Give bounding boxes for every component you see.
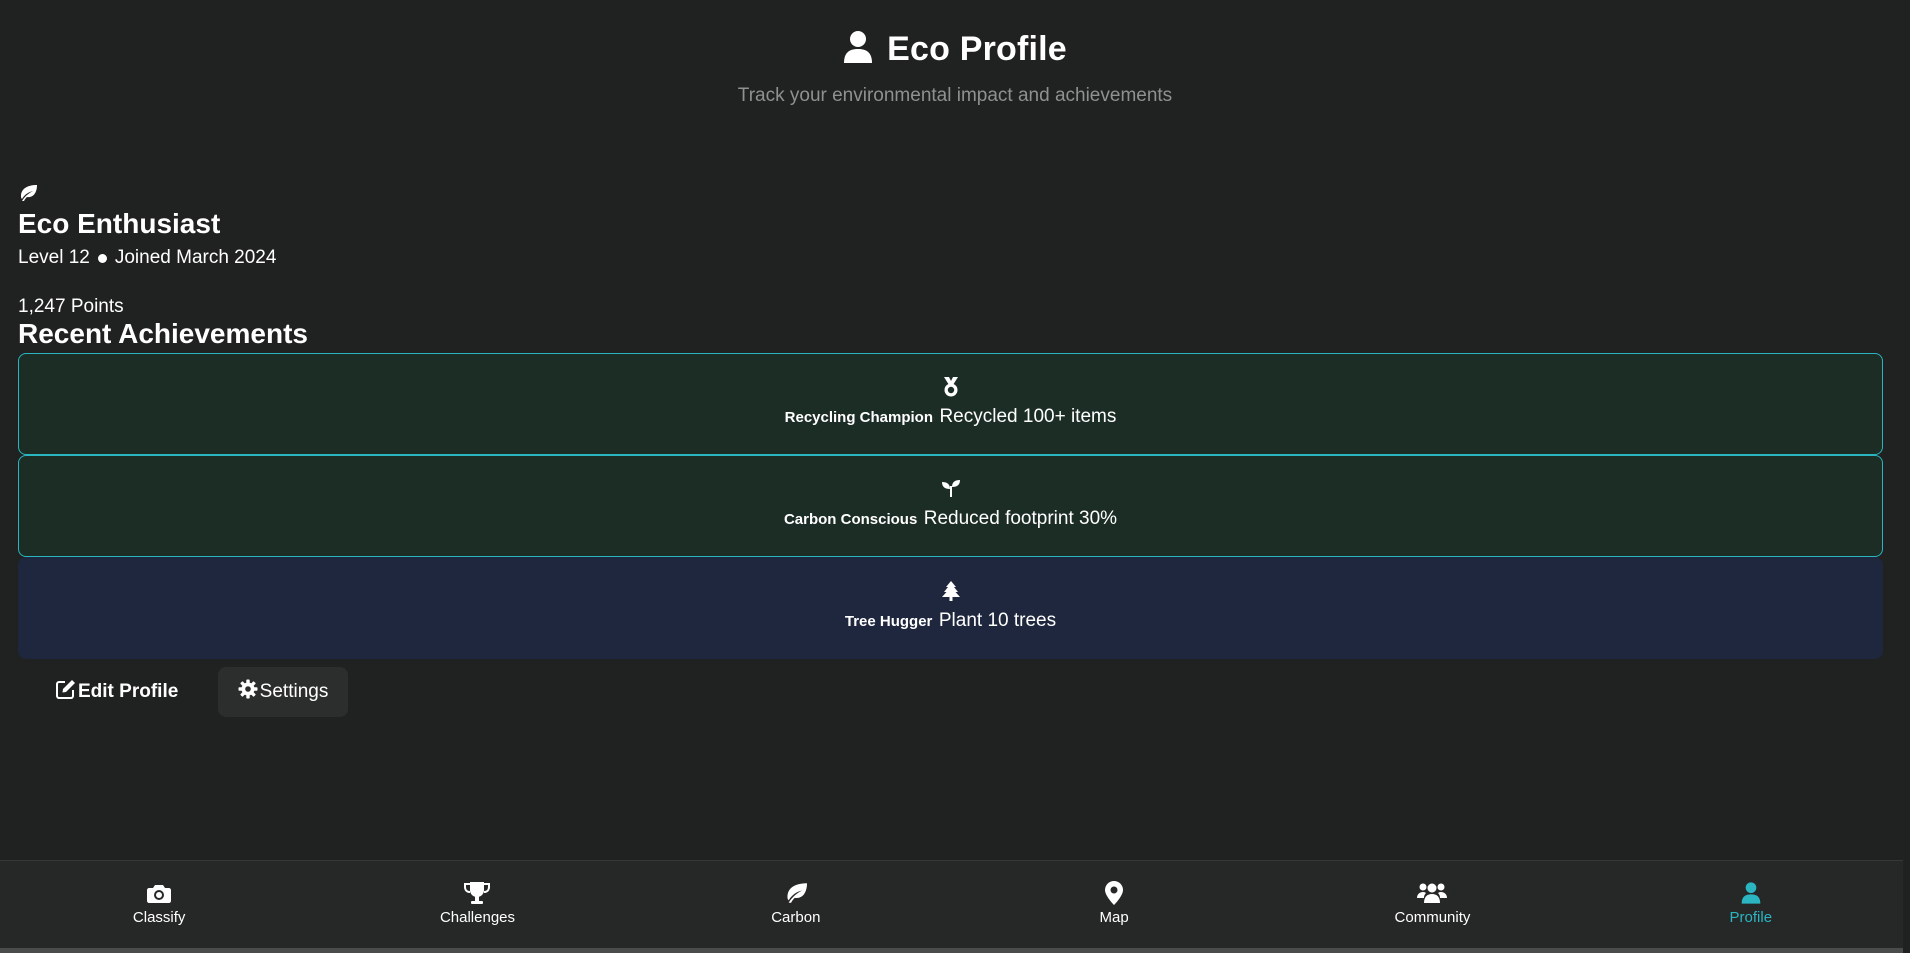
user-icon: [1741, 881, 1761, 905]
achievement-name: Recycling Champion: [784, 409, 933, 426]
medal-icon: [19, 376, 1882, 398]
map-pin-icon: [1105, 881, 1124, 905]
leaf-icon: [18, 184, 38, 207]
user-icon: [843, 30, 873, 69]
nav-item-community[interactable]: Community: [1273, 861, 1591, 948]
nav-item-classify[interactable]: Classify: [0, 861, 318, 948]
edit-profile-button[interactable]: Edit Profile: [40, 667, 194, 717]
achievement-card-tree-hugger[interactable]: Tree Hugger Plant 10 trees: [18, 557, 1883, 659]
achievement-text: Tree Hugger Plant 10 trees: [19, 610, 1882, 632]
page-title: Eco Profile: [887, 30, 1067, 68]
achievement-description: Reduced footprint 30%: [923, 508, 1118, 529]
nav-item-map[interactable]: Map: [955, 861, 1273, 948]
nav-label-map: Map: [1099, 909, 1129, 926]
achievement-name: Carbon Conscious: [783, 511, 918, 528]
gear-icon: [238, 679, 258, 705]
settings-button[interactable]: Settings: [218, 667, 348, 717]
users-icon: [1417, 881, 1448, 905]
tree-icon: [19, 580, 1882, 602]
profile-points: 1,247 Points: [18, 296, 124, 317]
achievement-text: Recycling Champion Recycled 100+ items: [19, 406, 1882, 428]
nav-label-classify: Classify: [132, 909, 186, 926]
camera-icon: [147, 881, 172, 905]
achievement-description: Recycled 100+ items: [939, 406, 1117, 427]
profile-name: Eco Enthusiast: [18, 208, 221, 239]
nav-item-profile[interactable]: Profile: [1592, 861, 1910, 948]
page-title-row: Eco Profile: [0, 30, 1910, 69]
edit-icon: [56, 679, 76, 705]
profile-meta: Level 12 Joined March 2024: [18, 247, 276, 269]
profile-level: Level 12: [18, 247, 90, 268]
achievement-name: Tree Hugger: [844, 613, 933, 630]
eco-profile-page: Eco Profile Track your environmental imp…: [0, 0, 1910, 953]
nav-item-carbon[interactable]: Carbon: [637, 861, 955, 948]
nav-label-challenges: Challenges: [439, 909, 516, 926]
achievement-description: Plant 10 trees: [938, 610, 1057, 631]
achievement-text: Carbon Conscious Reduced footprint 30%: [19, 508, 1882, 530]
scrollbar-track[interactable]: [1903, 0, 1910, 953]
achievement-card-carbon-conscious[interactable]: Carbon Conscious Reduced footprint 30%: [18, 455, 1883, 557]
bottom-nav: Classify Challenges Carbon Map Community…: [0, 860, 1910, 948]
leaf-icon: [783, 881, 809, 905]
settings-label: Settings: [259, 681, 329, 702]
nav-label-community: Community: [1394, 909, 1471, 926]
trophy-icon: [464, 881, 491, 905]
profile-joined: Joined March 2024: [114, 247, 277, 268]
separator-dot: [97, 253, 107, 263]
achievements-title: Recent Achievements: [18, 318, 308, 349]
nav-label-carbon: Carbon: [771, 909, 821, 926]
nav-item-challenges[interactable]: Challenges: [318, 861, 636, 948]
window-bottom-edge: [0, 948, 1910, 953]
page-subtitle: Track your environmental impact and achi…: [737, 85, 1173, 106]
nav-label-profile: Profile: [1729, 909, 1773, 926]
edit-profile-label: Edit Profile: [78, 681, 179, 702]
seedling-icon: [19, 478, 1882, 498]
achievement-card-recycling-champion[interactable]: Recycling Champion Recycled 100+ items: [18, 353, 1883, 455]
